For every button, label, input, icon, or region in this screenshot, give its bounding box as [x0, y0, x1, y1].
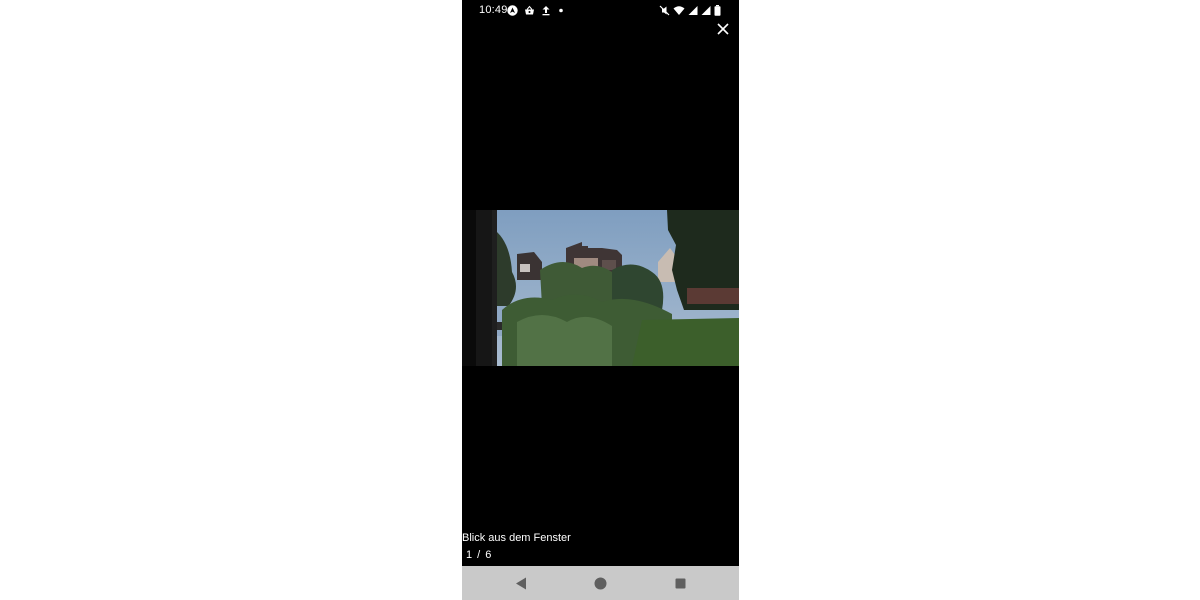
- back-button[interactable]: [512, 574, 530, 592]
- mute-icon: [659, 5, 670, 16]
- phone-screen: 10:49 Blick aus dem Fenster 1 / 6: [462, 0, 739, 600]
- battery-icon: [714, 4, 721, 16]
- close-button[interactable]: [713, 19, 733, 39]
- status-time: 10:49: [479, 4, 508, 16]
- photo-caption: Blick aus dem Fenster: [462, 532, 571, 544]
- wifi-icon: [673, 5, 685, 16]
- back-icon: [516, 577, 526, 589]
- status-left-icons: [507, 4, 565, 16]
- basket-app-icon: [524, 5, 535, 16]
- recents-button[interactable]: [671, 574, 689, 592]
- status-right-icons: [659, 4, 721, 16]
- photo-counter: 1 / 6: [466, 549, 491, 561]
- counter-current: 1: [466, 549, 473, 561]
- signal-icon: [701, 5, 711, 16]
- counter-separator: /: [477, 549, 481, 561]
- upload-icon: [541, 5, 551, 16]
- navigation-app-icon: [507, 4, 518, 16]
- photo-image[interactable]: [462, 210, 739, 366]
- counter-total: 6: [485, 549, 492, 561]
- close-icon: [717, 23, 729, 35]
- photo-scene: [462, 210, 739, 366]
- home-icon: [594, 577, 606, 589]
- notification-dot-icon: [557, 5, 565, 16]
- home-button[interactable]: [591, 574, 609, 592]
- status-bar: 10:49: [462, 0, 739, 20]
- signal-icon: [688, 5, 698, 16]
- recents-icon: [675, 578, 685, 588]
- navigation-bar: [462, 566, 739, 600]
